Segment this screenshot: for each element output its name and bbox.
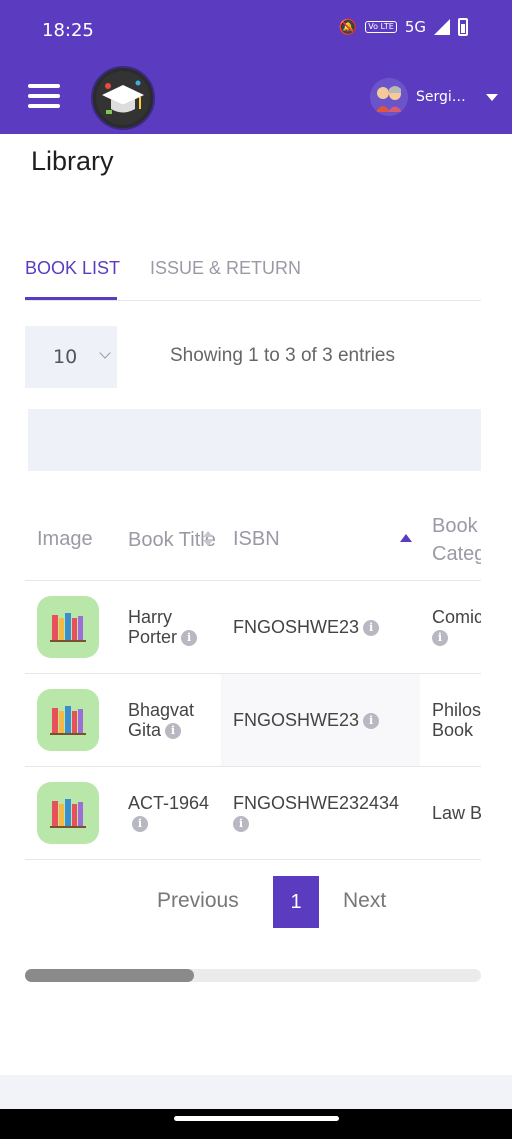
user-name: Sergio... [416, 89, 472, 105]
book-title-cell: Harry Porter i [116, 580, 221, 674]
avatar [370, 78, 408, 116]
volte-icon: Vo LTE [365, 21, 397, 33]
graduation-cap-icon [96, 71, 150, 125]
isbn-cell: FNGOSHWE23 i [221, 580, 420, 674]
book-table: Image Book Title ISBN Book Category [25, 500, 481, 860]
tab-issue-return[interactable]: ISSUE & RETURN [150, 258, 301, 279]
caret-down-icon[interactable] [486, 93, 498, 101]
user-menu[interactable]: Sergio... [370, 78, 498, 116]
status-time: 18:25 [42, 20, 94, 41]
chevron-down-icon [99, 347, 111, 359]
books-icon [37, 595, 99, 658]
book-image-cell [25, 673, 116, 767]
column-header-isbn[interactable]: ISBN [221, 500, 420, 581]
category-cell: Law Book [420, 766, 481, 860]
previous-page-button[interactable]: Previous [157, 889, 239, 913]
users-avatar-icon [370, 78, 408, 116]
book-image-cell [25, 766, 116, 860]
info-icon[interactable]: i [181, 629, 198, 646]
category-cell: Comicsi [420, 580, 481, 674]
home-gesture-handle[interactable] [174, 1116, 339, 1121]
footer [0, 1075, 512, 1109]
network-label: 5G [404, 18, 426, 36]
app-logo[interactable] [91, 66, 155, 130]
table-row[interactable]: Harry Porteri FNGOSHWE23i Comicsi [25, 580, 481, 674]
info-icon[interactable]: i [432, 629, 448, 646]
horizontal-scrollbar[interactable] [25, 969, 481, 982]
column-header-image: Image [25, 500, 116, 581]
menu-icon[interactable] [28, 84, 60, 108]
entries-info: Showing 1 to 3 of 3 entries [170, 345, 395, 366]
app-header: 18:25 🔕 Vo LTE 5G Sergio... [0, 0, 512, 134]
isbn-cell: FNGOSHWE23 i [221, 673, 420, 767]
active-tab-indicator [25, 297, 117, 300]
sort-ascending-icon [400, 534, 412, 542]
info-icon[interactable]: i [233, 815, 249, 832]
table-row[interactable]: ACT-1964i FNGOSHWE232434i Law Book [25, 766, 481, 860]
info-icon[interactable]: i [165, 722, 182, 739]
sort-icon [203, 531, 213, 546]
tab-bar: BOOK LIST ISSUE & RETURN [25, 256, 481, 301]
info-icon[interactable]: i [363, 712, 380, 729]
info-icon[interactable]: i [132, 815, 148, 832]
tab-book-list[interactable]: BOOK LIST [25, 258, 120, 279]
column-header-book-category[interactable]: Book Category [420, 500, 481, 581]
table-header-row: Image Book Title ISBN Book Category [25, 500, 481, 581]
search-input[interactable] [28, 409, 481, 471]
book-table-container: Image Book Title ISBN Book Category [25, 500, 481, 860]
page-size-value: 10 [53, 346, 78, 368]
battery-icon [458, 18, 468, 36]
book-title-cell: ACT-1964i [116, 766, 221, 860]
next-page-button[interactable]: Next [343, 889, 386, 913]
page-title: Library [31, 146, 114, 176]
column-header-book-title[interactable]: Book Title [116, 500, 221, 581]
table-row[interactable]: Bhagvat Gitai FNGOSHWE23i Philosophy Boo… [25, 673, 481, 767]
mute-icon: 🔕 [338, 18, 358, 36]
page-size-select[interactable]: 10 [25, 326, 117, 388]
scrollbar-thumb[interactable] [25, 969, 194, 982]
books-icon [37, 781, 99, 844]
book-image-cell [25, 580, 116, 674]
status-icons: 🔕 Vo LTE 5G [339, 18, 468, 36]
category-cell: Philosophy Book [420, 673, 481, 767]
books-icon [37, 688, 99, 751]
book-title-cell: Bhagvat Gita i [116, 673, 221, 767]
signal-icon [434, 19, 450, 35]
system-navigation-bar [0, 1109, 512, 1139]
pagination: Previous 1 Next [0, 876, 512, 928]
page-1-button[interactable]: 1 [273, 876, 319, 928]
isbn-cell: FNGOSHWE232434 i [221, 766, 420, 860]
info-icon[interactable]: i [363, 619, 380, 636]
